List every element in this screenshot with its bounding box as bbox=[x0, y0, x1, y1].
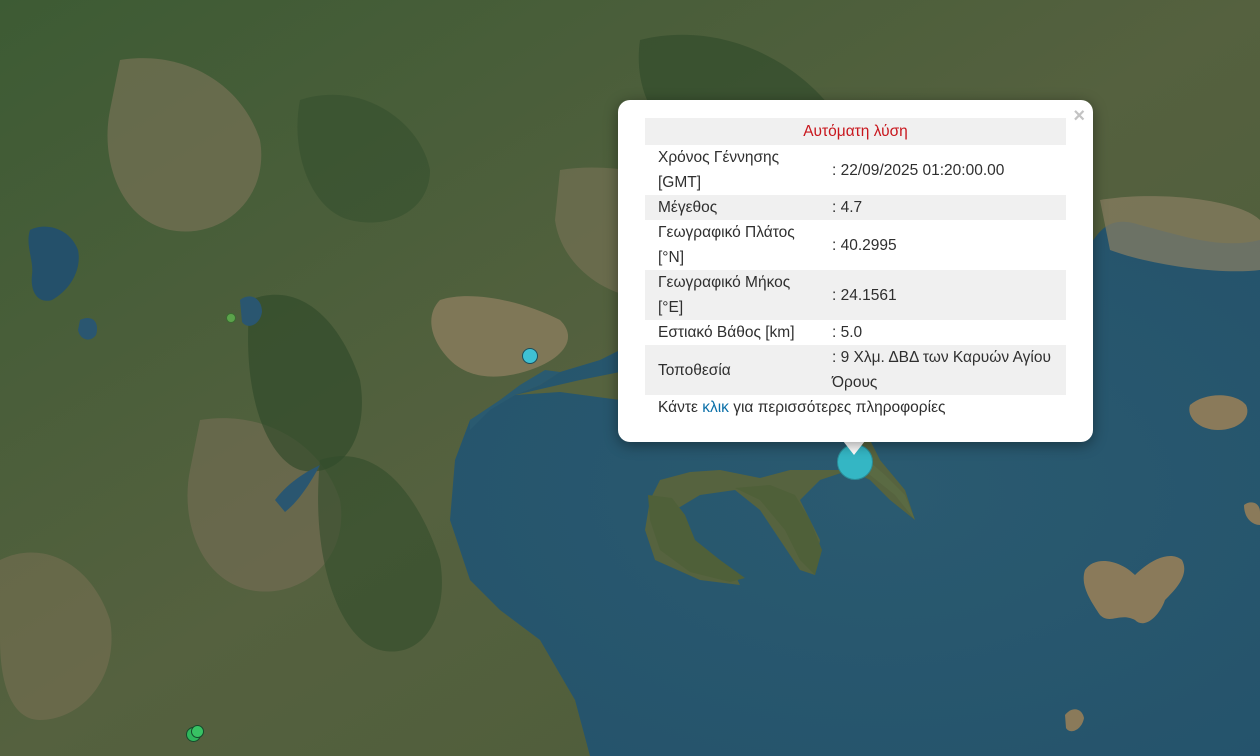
info-label: Μέγεθος bbox=[645, 195, 816, 220]
popup-title: Αυτόματη λύση bbox=[645, 118, 1066, 145]
info-label: Γεωγραφικό Πλάτος [°N] bbox=[658, 224, 795, 266]
info-label: Τοποθεσία bbox=[645, 345, 816, 395]
earthquake-marker-west[interactable] bbox=[226, 313, 236, 323]
info-row-magnitude: Μέγεθος : 4.7 bbox=[645, 195, 1066, 220]
earthquake-info-table: Χρόνος Γέννησης [GMT] : 22/09/2025 01:20… bbox=[645, 145, 1066, 395]
info-value: : 40.2995 bbox=[832, 236, 897, 254]
more-info-prefix: Κάντε bbox=[658, 399, 698, 416]
info-label: Χρόνος Γέννησης [GMT] bbox=[658, 149, 780, 191]
more-info-line: Κάντε κλικ για περισσότερες πληροφορίες bbox=[645, 395, 1066, 421]
info-row-depth: Εστιακό Βάθος [km] : 5.0 bbox=[645, 320, 1066, 345]
info-value: : 9 Χλμ. ΔΒΔ των Καρυών Αγίου Όρους bbox=[816, 345, 1066, 395]
info-label: Εστιακό Βάθος [km] bbox=[658, 324, 795, 341]
more-info-suffix: για περισσότερες πληροφορίες bbox=[733, 399, 946, 416]
earthquake-marker-southwest-2[interactable] bbox=[191, 725, 204, 738]
earthquake-marker-thessaloniki[interactable] bbox=[522, 348, 538, 364]
close-icon[interactable]: × bbox=[1073, 105, 1085, 127]
popup-tip bbox=[843, 441, 865, 455]
info-row-longitude: Γεωγραφικό Μήκος [°E] : 24.1561 bbox=[645, 270, 1066, 320]
info-row-location: Τοποθεσία : 9 Χλμ. ΔΒΔ των Καρυών Αγίου … bbox=[645, 345, 1066, 395]
info-value: : 24.1561 bbox=[816, 270, 1066, 320]
earthquake-info-popup: × Αυτόματη λύση Χρόνος Γέννησης [GMT] : … bbox=[618, 100, 1093, 442]
info-label: Γεωγραφικό Μήκος [°E] bbox=[645, 270, 816, 320]
info-value: : 4.7 bbox=[816, 195, 1066, 220]
info-row-latitude: Γεωγραφικό Πλάτος [°N] : 40.2995 bbox=[645, 220, 1066, 270]
more-info-link[interactable]: κλικ bbox=[702, 399, 729, 416]
info-row-origin-time: Χρόνος Γέννησης [GMT] : 22/09/2025 01:20… bbox=[645, 145, 1066, 195]
info-value: : 22/09/2025 01:20:00.00 bbox=[832, 161, 1005, 179]
info-value: : 5.0 bbox=[832, 324, 863, 341]
